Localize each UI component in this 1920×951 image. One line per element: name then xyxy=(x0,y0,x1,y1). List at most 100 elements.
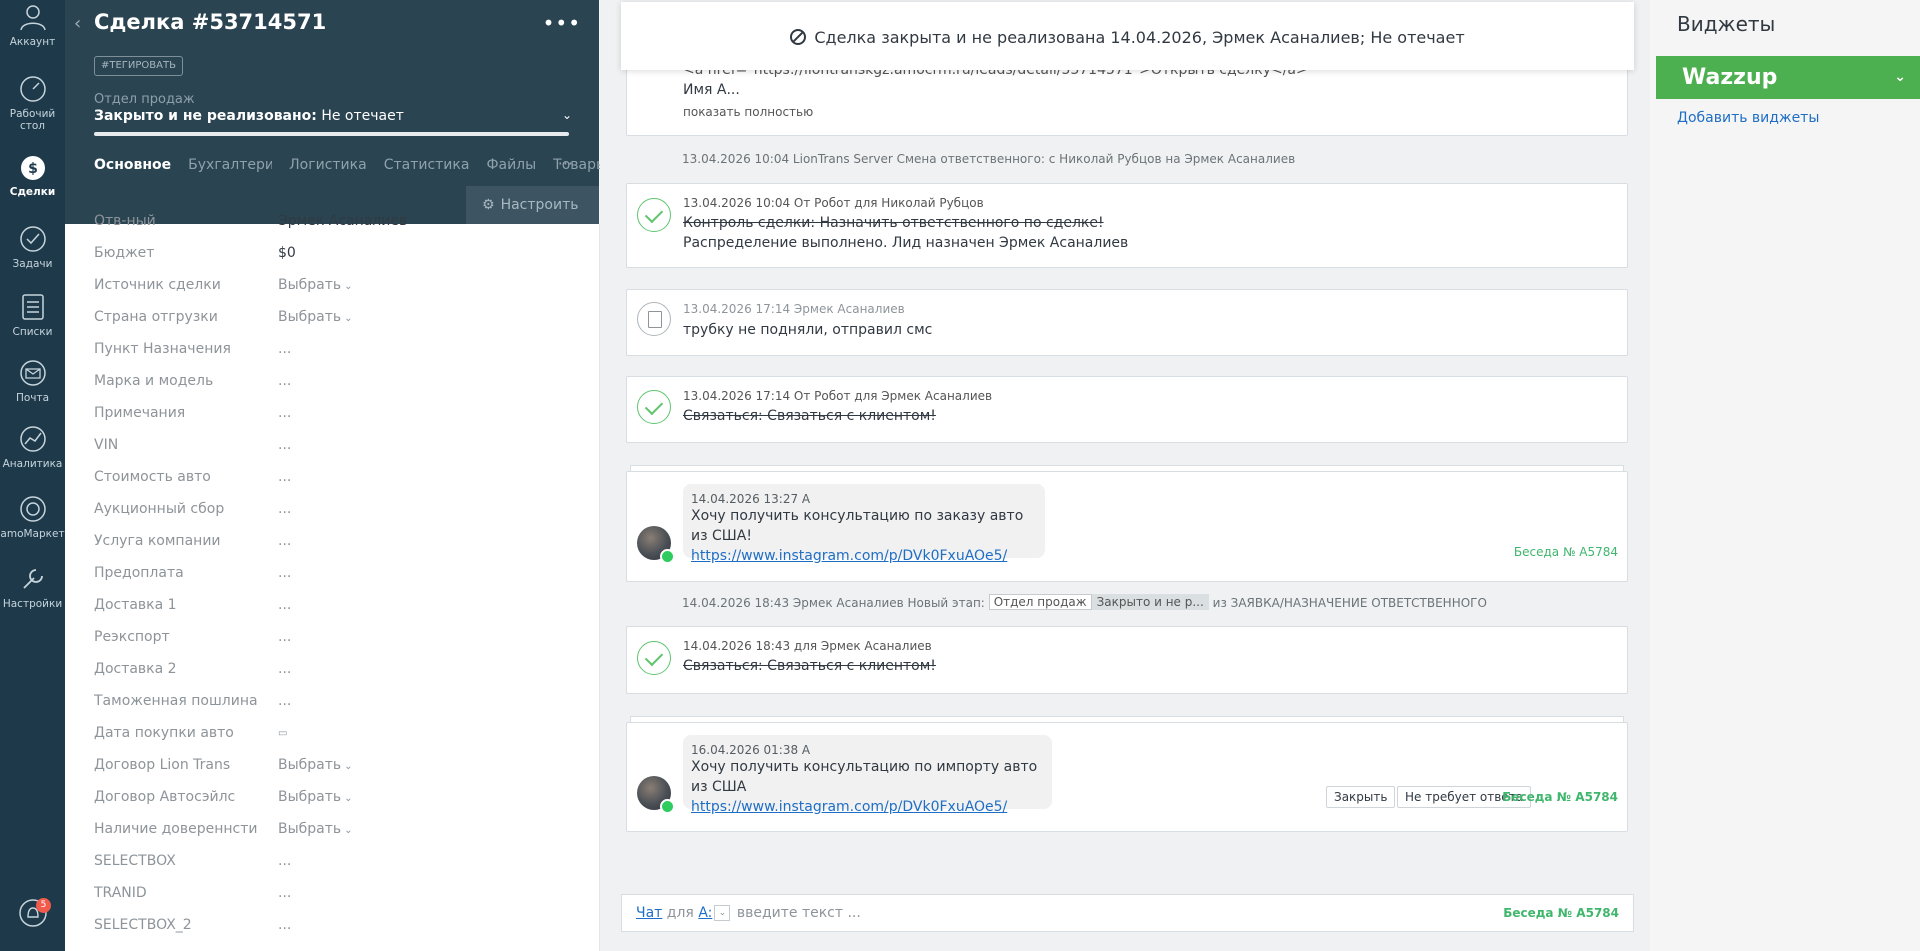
field-value[interactable]: ... xyxy=(278,885,291,901)
field-select[interactable]: Выбрать ⌄ xyxy=(278,821,353,837)
nav-settings[interactable]: Настройки xyxy=(0,564,65,610)
field-label: Договор Lion Trans xyxy=(94,757,231,773)
field-row: Услуга компании... xyxy=(94,525,574,557)
field-value[interactable]: Эрмек Асаналиев xyxy=(278,213,407,229)
status-select[interactable]: Закрыто и не реализовано: Не отечает xyxy=(94,108,404,124)
field-value[interactable]: ... xyxy=(278,501,291,517)
field-value[interactable]: ... xyxy=(278,469,291,485)
field-select[interactable]: Выбрать ⌄ xyxy=(278,789,353,805)
close-conversation-button[interactable]: Закрыть xyxy=(1326,786,1396,808)
tag-button[interactable]: #ТЕГИРОВАТЬ xyxy=(94,56,183,76)
composer-for: для xyxy=(666,905,694,921)
task-text: Связаться: Связаться с клиентом! xyxy=(683,408,936,424)
field-value[interactable]: ... xyxy=(278,661,291,677)
field-value[interactable]: ... xyxy=(278,629,291,645)
nav-mail[interactable]: Почта xyxy=(0,358,65,404)
closed-banner: Сделка закрыта и не реализована 14.04.20… xyxy=(621,2,1634,70)
message-text: Хочу получить консультацию по импорту ав… xyxy=(691,759,1038,795)
tasks-icon xyxy=(19,226,46,252)
check-icon[interactable] xyxy=(637,198,671,232)
back-arrow-icon[interactable]: ‹ xyxy=(74,13,81,34)
field-label: SELECTBOX xyxy=(94,853,176,869)
deal-title[interactable]: Сделка #53714571 xyxy=(94,10,326,34)
nav-label: Почта xyxy=(15,392,50,404)
conversation-label[interactable]: Беседа № A5784 xyxy=(1514,545,1618,559)
status-progress-bar xyxy=(94,132,569,136)
avatar[interactable] xyxy=(637,776,675,814)
field-value[interactable]: ... xyxy=(278,533,291,549)
field-value[interactable]: ... xyxy=(278,341,291,357)
deals-icon: $ xyxy=(20,156,45,180)
field-value[interactable]: ... xyxy=(278,565,291,581)
field-label: Предоплата xyxy=(94,565,184,581)
recipient-link[interactable]: A: xyxy=(698,905,712,921)
conversation-label[interactable]: Беседа № A5784 xyxy=(1502,790,1618,804)
chat-composer[interactable]: Чат для A: ⌄ введите текст ... Беседа № A… xyxy=(621,894,1634,932)
chevron-down-icon[interactable]: ⌄ xyxy=(714,905,731,921)
status-reason: Не отечает xyxy=(321,108,404,124)
check-icon[interactable] xyxy=(637,641,671,675)
field-select[interactable]: Выбрать ⌄ xyxy=(278,309,353,325)
wazzup-widget[interactable]: Wazzup ⌄ xyxy=(1656,56,1920,99)
nav-lists[interactable]: Списки xyxy=(0,292,65,338)
tab-statistics[interactable]: Статистика xyxy=(384,157,470,177)
tab-logistics[interactable]: Логистика xyxy=(289,157,367,177)
nav-market[interactable]: amoМаркет xyxy=(0,494,65,540)
note-text: трубку не подняли, отправил смс xyxy=(683,322,933,338)
pipeline-chip: Отдел продаж xyxy=(988,594,1092,610)
message-bubble: 16.04.2026 01:38 A Хочу получить консуль… xyxy=(683,735,1052,815)
user-icon xyxy=(19,5,46,31)
chat-type-link[interactable]: Чат xyxy=(636,905,662,921)
message-link[interactable]: https://www.instagram.com/p/DVk0FxuAOe5/ xyxy=(691,797,1044,817)
conversation-label[interactable]: Беседа № A5784 xyxy=(1503,895,1619,931)
show-more-link[interactable]: показать полностью xyxy=(683,105,813,119)
field-value[interactable]: ... xyxy=(278,373,291,389)
more-menu-icon[interactable]: ••• xyxy=(543,11,581,35)
nav-label: Сделки xyxy=(9,186,56,198)
field-value[interactable]: ... xyxy=(278,693,291,709)
chevron-down-icon[interactable]: ⌄ xyxy=(562,108,572,122)
calendar-icon[interactable]: ▭ xyxy=(278,728,287,739)
nav-notifications[interactable]: 5 xyxy=(0,898,65,932)
mail-icon xyxy=(19,360,46,386)
field-label: Отв-ный xyxy=(94,213,156,229)
field-value[interactable]: ... xyxy=(278,917,291,933)
field-label: Стоимость авто xyxy=(94,469,211,485)
avatar[interactable] xyxy=(637,526,675,564)
field-label: Доставка 1 xyxy=(94,597,177,613)
field-value[interactable]: ... xyxy=(278,597,291,613)
field-row: Бюджет $0 xyxy=(94,237,574,269)
field-label: Примечания xyxy=(94,405,186,421)
field-row: Марка и модель... xyxy=(94,365,574,397)
nav-tasks[interactable]: Задачи xyxy=(0,224,65,270)
task-result: Распределение выполнено. Лид назначен Эр… xyxy=(683,235,1129,251)
field-value[interactable]: ... xyxy=(278,405,291,421)
task-text: Контроль сделки: Назначить ответственног… xyxy=(683,215,1104,231)
nav-label: Списки xyxy=(12,326,53,338)
banner-text: Сделка закрыта и не реализована 14.04.20… xyxy=(814,28,1465,47)
field-label: Аукционный сбор xyxy=(94,501,225,517)
message-link[interactable]: https://www.instagram.com/p/DVk0FxuAOe5/ xyxy=(691,546,1037,566)
nav-deals[interactable]: $ Сделки xyxy=(0,152,65,198)
chevron-down-icon: ⌄ xyxy=(344,313,353,324)
check-icon[interactable] xyxy=(637,390,671,424)
select-value: Выбрать xyxy=(278,277,342,293)
field-value[interactable]: ... xyxy=(278,853,291,869)
nav-analytics[interactable]: Аналитика xyxy=(0,424,65,470)
tabs-more-icon[interactable]: ··· xyxy=(558,154,573,173)
tab-files[interactable]: Файлы xyxy=(486,157,536,177)
nav-label: Аналитика xyxy=(2,458,63,470)
field-value[interactable]: ... xyxy=(278,437,291,453)
field-select[interactable]: Выбрать ⌄ xyxy=(278,277,353,293)
field-label: Доставка 2 xyxy=(94,661,177,677)
budget-value[interactable]: $0 xyxy=(278,245,296,261)
tab-accounting[interactable]: Бухгалтерия xyxy=(188,157,272,177)
analytics-icon xyxy=(19,426,46,452)
nav-account[interactable]: Аккаунт xyxy=(0,2,65,48)
nav-dashboard[interactable]: Рабочий стол xyxy=(0,74,65,132)
add-widgets-link[interactable]: Добавить виджеты xyxy=(1677,110,1819,126)
tab-main[interactable]: Основное xyxy=(94,157,171,177)
field-select[interactable]: Выбрать ⌄ xyxy=(278,757,353,773)
field-label: Договор Автосэйлс xyxy=(94,789,236,805)
composer-placeholder[interactable]: введите текст ... xyxy=(737,905,861,921)
